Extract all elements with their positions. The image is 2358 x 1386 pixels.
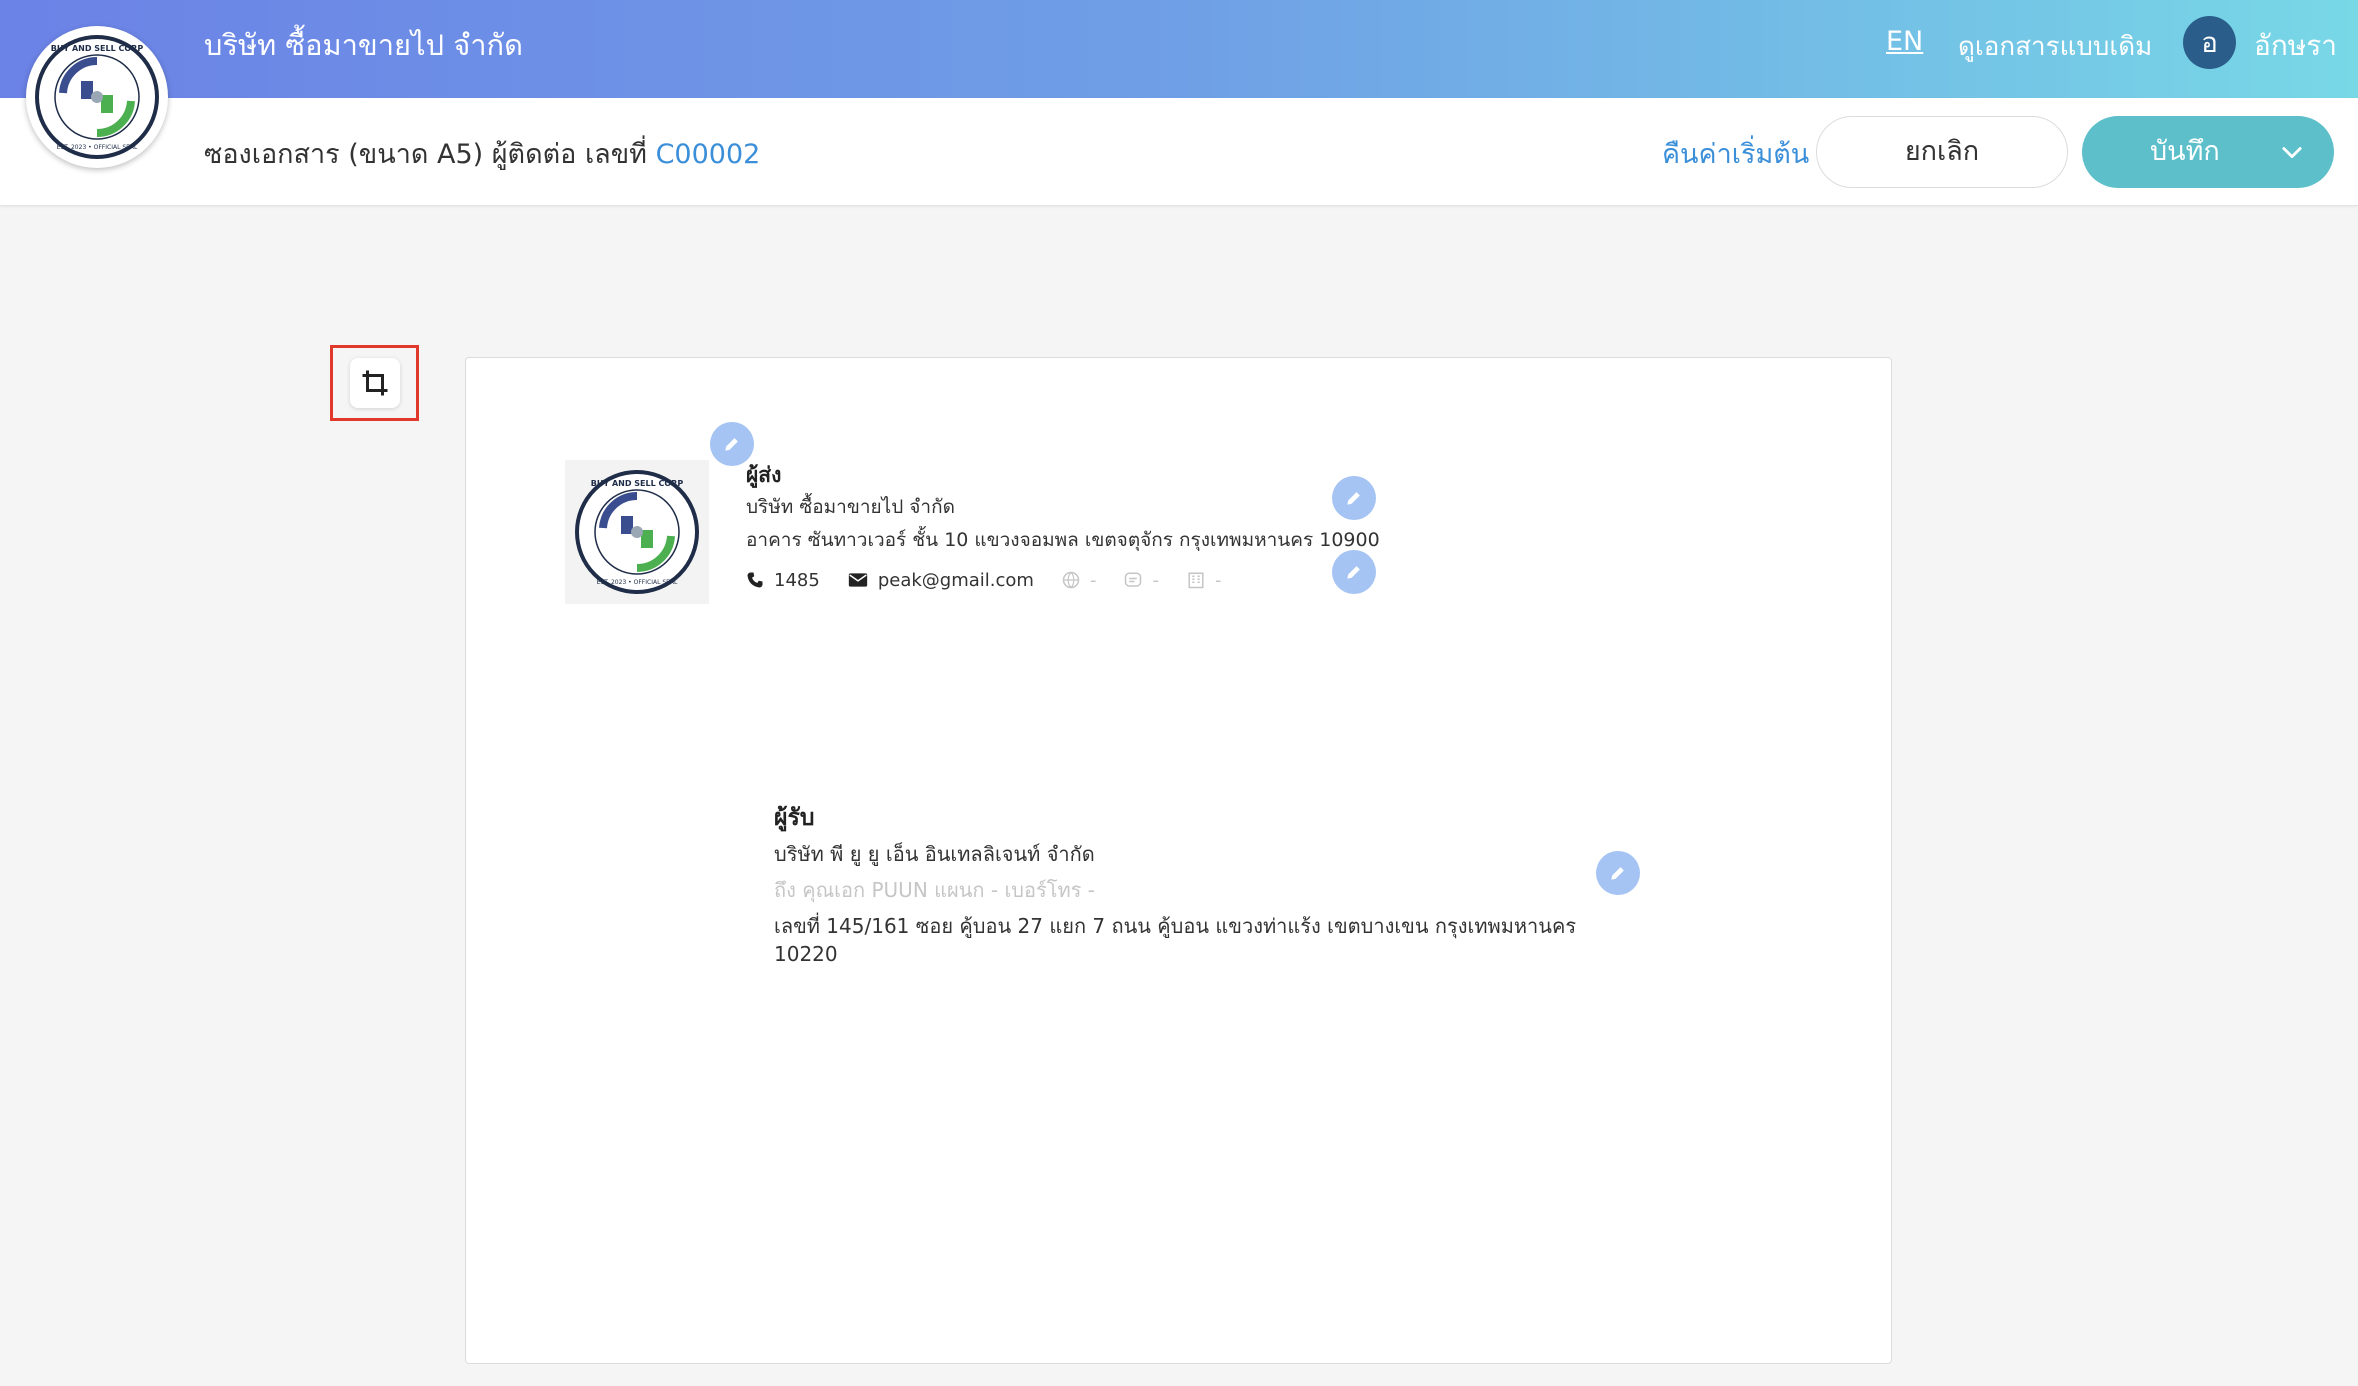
sender-address: อาคาร ซันทาวเวอร์ ชั้น 10 แขวงจอมพล เขตจ…: [746, 529, 1380, 551]
old-document-view-link[interactable]: ดูเอกสารแบบเดิม: [1958, 26, 2152, 67]
pencil-icon: [1347, 492, 1360, 505]
sender-line-value: -: [1152, 569, 1159, 591]
crop-tool-button[interactable]: [330, 345, 419, 421]
chevron-down-icon[interactable]: [2278, 138, 2306, 166]
pencil-icon: [725, 438, 738, 451]
sender-heading: ผู้ส่ง: [746, 463, 782, 487]
save-button[interactable]: บันทึก: [2082, 116, 2334, 188]
sender-email-value: peak@gmail.com: [877, 569, 1034, 591]
edit-sender-address-button[interactable]: [1332, 476, 1376, 520]
sender-website: -: [1062, 569, 1097, 591]
pencil-icon: [1347, 566, 1360, 579]
company-seal-icon: BUY AND SELL CORP EST. 2023 • OFFICIAL S…: [575, 470, 699, 594]
sender-line: -: [1124, 570, 1159, 591]
phone-icon: [747, 572, 763, 588]
receiver-company: บริษัท พี ยู ยู เอ็น อินเทลลิเจนท์ จำกัด: [774, 842, 1095, 866]
company-seal-icon[interactable]: BUY AND SELL CORP EST. 2023 • OFFICIAL S…: [26, 26, 168, 168]
chat-icon: [1125, 572, 1142, 587]
sender-fax: -: [1187, 569, 1222, 591]
receiver-heading: ผู้รับ: [774, 805, 815, 831]
top-header: บริษัท ซื้อมาขายไป จำกัด EN ดูเอกสารแบบเ…: [0, 0, 2358, 98]
envelope-icon: [848, 573, 867, 587]
save-button-label: บันทึก: [2150, 136, 2220, 167]
document-toolbar: ซองเอกสาร (ขนาด A5) ผู้ติดต่อ เลขที่ C00…: [0, 98, 2358, 206]
page-title: ซองเอกสาร (ขนาด A5) ผู้ติดต่อ เลขที่ C00…: [204, 132, 760, 175]
sender-logo: BUY AND SELL CORP EST. 2023 • OFFICIAL S…: [565, 460, 709, 604]
svg-text:EST. 2023 • OFFICIAL SEAL: EST. 2023 • OFFICIAL SEAL: [57, 144, 138, 151]
sender-fax-value: -: [1214, 569, 1222, 591]
doc-code: C00002: [655, 139, 761, 170]
building-icon: [1188, 572, 1204, 589]
sender-contact-row: 1485 peak@gmail.com - - -: [746, 567, 1249, 593]
crop-icon: [362, 370, 387, 396]
pencil-icon: [1611, 867, 1624, 880]
cancel-button[interactable]: ยกเลิก: [1816, 116, 2068, 188]
globe-icon: [1062, 571, 1080, 589]
sender-website-value: -: [1089, 569, 1097, 591]
sender-email: peak@gmail.com: [848, 570, 1034, 591]
doc-title-prefix: ซองเอกสาร (ขนาด A5) ผู้ติดต่อ เลขที่: [204, 139, 647, 170]
edit-sender-contact-button[interactable]: [1332, 550, 1376, 594]
company-name: บริษัท ซื้อมาขายไป จำกัด: [204, 28, 523, 62]
svg-text:BUY AND SELL CORP: BUY AND SELL CORP: [51, 44, 144, 53]
svg-text:BUY AND SELL CORP: BUY AND SELL CORP: [591, 479, 684, 488]
sender-phone-value: 1485: [774, 569, 820, 591]
avatar[interactable]: อ: [2183, 16, 2236, 69]
receiver-attention: ถึง คุณเอก PUUN แผนก - เบอร์โทร -: [774, 878, 1095, 902]
receiver-address: เลขที่ 145/161 ซอย คู้บอน 27 แยก 7 ถนน ค…: [774, 914, 1577, 966]
user-name[interactable]: อักษรา: [2254, 24, 2337, 68]
language-toggle-link[interactable]: EN: [1886, 26, 1923, 57]
sender-company: บริษัท ซื้อมาขายไป จำกัด: [746, 496, 955, 518]
edit-receiver-button[interactable]: [1596, 851, 1640, 895]
crop-button-inner[interactable]: [349, 358, 400, 408]
reset-default-link[interactable]: คืนค่าเริ่มต้น: [1662, 132, 1809, 175]
svg-text:EST. 2023 • OFFICIAL SEAL: EST. 2023 • OFFICIAL SEAL: [597, 579, 678, 586]
sender-phone: 1485: [746, 570, 820, 591]
